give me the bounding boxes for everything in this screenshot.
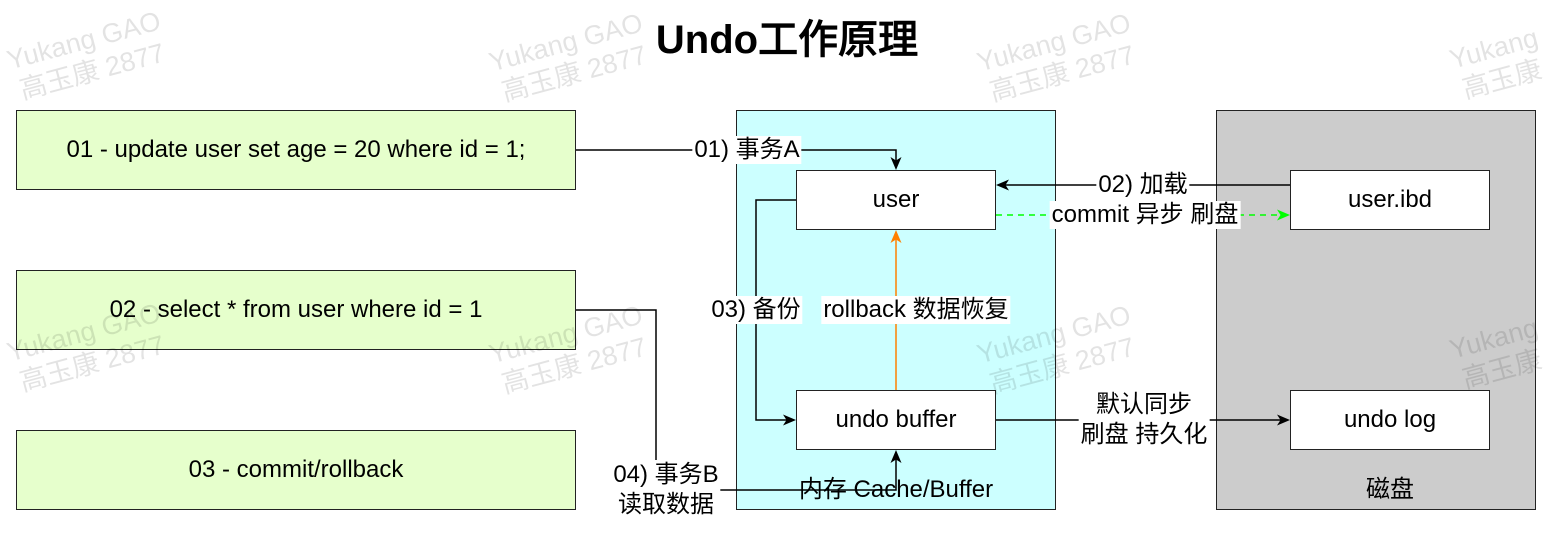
connector-layer (576, 149, 1290, 491)
edge-label-transaction-b-line1: 04) 事务B (613, 461, 719, 488)
edge-label-transaction-a: 01) 事务A (692, 136, 802, 164)
edge-label-rollback-restore: rollback 数据恢复 (821, 296, 1011, 324)
edge-label-commit-async-flush: commit 异步 刷盘 (1049, 201, 1241, 229)
edge-label-sync-flush-line2: 刷盘 持久化 (1080, 421, 1208, 448)
edge-label-transaction-b-read: 04) 事务B 读取数据 (611, 460, 721, 520)
edge-label-sync-flush: 默认同步 刷盘 持久化 (1078, 390, 1210, 450)
edge-label-transaction-b-line2: 读取数据 (618, 491, 714, 518)
edge-label-backup: 03) 备份 (709, 296, 803, 324)
undo-diagram: Undo工作原理 01 - update user set age = 20 w… (0, 0, 1554, 535)
edge-label-sync-flush-line1: 默认同步 (1095, 391, 1192, 418)
edge-label-load: 02) 加载 (1096, 171, 1190, 199)
